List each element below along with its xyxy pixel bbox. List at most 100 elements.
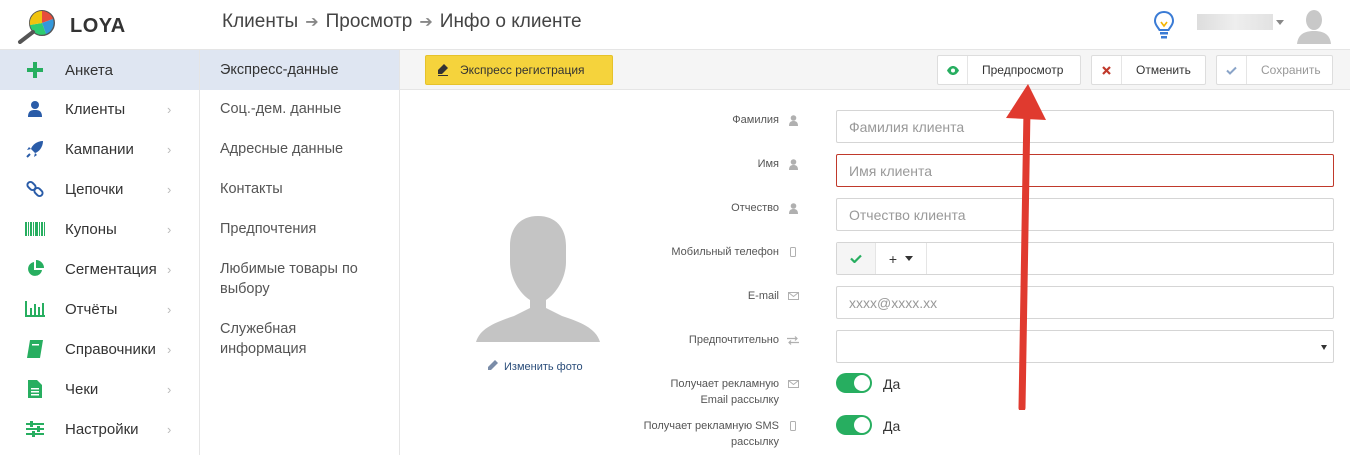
name-label-row: Имя <box>758 158 800 170</box>
sidebar-item-clients[interactable]: Клиенты › <box>0 89 199 129</box>
save-button[interactable]: Сохранить <box>1216 55 1333 85</box>
sidebar-item-campaigns[interactable]: Кампании › <box>0 129 199 169</box>
phone-code-value: + <box>888 250 898 267</box>
preferred-label: Предпочтительно <box>688 334 779 346</box>
chevron-right-icon: › <box>167 181 172 197</box>
check-icon <box>1217 56 1247 84</box>
subnav-item-express[interactable]: Экспресс-данные <box>200 50 399 90</box>
sidebar-item-label: Кампании <box>65 140 134 158</box>
email-ads-value: Да <box>883 376 901 392</box>
email-ads-label-row: Получает рекламную Email рассылку <box>671 376 801 408</box>
sidebar-item-label: Чеки <box>65 380 99 398</box>
sidebar-item-chains[interactable]: Цепочки › <box>0 169 199 209</box>
change-photo-link[interactable]: Изменить фото <box>488 360 583 373</box>
chevron-right-icon: › <box>167 301 172 317</box>
email-ads-toggle[interactable] <box>836 373 872 393</box>
breadcrumb-item[interactable]: Просмотр <box>326 11 413 33</box>
patronymic-label: Отчество <box>731 202 779 214</box>
preview-label: Предпросмотр <box>982 63 1064 77</box>
subnav-item-contacts[interactable]: Контакты <box>200 179 399 199</box>
top-header: LOYA Клиенты ➔ Просмотр ➔ Инфо о клиенте <box>0 0 1350 50</box>
sidebar-item-segmentation[interactable]: Сегментация › <box>0 249 199 289</box>
sidebar-item-label: Клиенты <box>65 100 126 118</box>
chevron-down-icon[interactable] <box>1276 20 1284 25</box>
sliders-icon <box>25 419 45 439</box>
phone-country-code-dropdown[interactable]: + <box>876 243 927 274</box>
sms-ads-label-row: Получает рекламную SMS рассылку <box>644 418 800 450</box>
subnav-item-service-line2[interactable]: информация <box>200 339 399 359</box>
email-label: E-mail <box>747 290 779 302</box>
user-icon <box>786 114 800 126</box>
breadcrumb-current: Инфо о клиенте <box>439 11 582 32</box>
name-input[interactable] <box>836 154 1334 187</box>
surname-label-row: Фамилия <box>732 114 800 126</box>
subnav-item-sociodem[interactable]: Соц.-дем. данные <box>200 99 399 119</box>
mobile-icon <box>786 247 800 257</box>
caret-down-icon <box>905 256 914 261</box>
phone-label: Мобильный телефон <box>671 246 779 258</box>
sidebar-item-receipts[interactable]: Чеки › <box>0 369 199 409</box>
subnav-item-favorites[interactable]: Любимые товары по <box>200 259 399 279</box>
exchange-icon <box>786 335 800 345</box>
annotation-arrow <box>1006 84 1046 410</box>
patronymic-input[interactable] <box>836 198 1334 231</box>
patronymic-label-row: Отчество <box>731 202 800 214</box>
cancel-label: Отменить <box>1136 63 1191 77</box>
subnav-item-favorites-line2[interactable]: выбору <box>200 279 399 299</box>
subnav-item-preferences[interactable]: Предпочтения <box>200 219 399 239</box>
change-photo-label: Изменить фото <box>504 360 583 373</box>
book-icon <box>25 339 45 359</box>
mobile-icon <box>786 421 800 431</box>
pen-icon <box>426 64 460 76</box>
subnav-item-service[interactable]: Служебная <box>200 319 399 339</box>
chevron-right-icon: › <box>167 341 172 357</box>
sidebar-item-label: Цепочки <box>65 180 124 198</box>
envelope-icon <box>786 292 800 300</box>
email-label-row: E-mail <box>748 290 800 302</box>
chevron-right-icon: › <box>167 101 172 117</box>
express-registration-button[interactable]: Экспресс регистрация <box>425 55 613 85</box>
plus-icon <box>25 60 45 80</box>
lightbulb-icon[interactable] <box>1153 10 1175 40</box>
cancel-button[interactable]: Отменить <box>1091 55 1206 85</box>
subnav-item-address[interactable]: Адресные данные <box>200 139 399 159</box>
breadcrumb: Клиенты ➔ Просмотр ➔ Инфо о клиенте <box>222 11 582 33</box>
sidebar-item-anketa[interactable]: Анкета <box>0 50 199 90</box>
arrow-right-icon: ➔ <box>419 14 433 31</box>
breadcrumb-item[interactable]: Клиенты <box>222 11 298 33</box>
sidebar: Анкета Клиенты › Кампании › Цепочки › Ку… <box>0 50 200 455</box>
sms-ads-label: Получает рекламную SMS <box>643 420 779 432</box>
logo-icon[interactable] <box>16 8 56 44</box>
receipt-icon <box>25 379 45 399</box>
profile-photo-placeholder[interactable] <box>476 212 600 342</box>
sidebar-item-coupons[interactable]: Купоны › <box>0 209 199 249</box>
phone-field: + <box>836 242 1334 275</box>
sms-ads-value: Да <box>883 418 901 434</box>
username-blurred[interactable] <box>1197 14 1273 30</box>
logo-text: LOYA <box>70 15 126 37</box>
sidebar-item-settings[interactable]: Настройки › <box>0 409 199 449</box>
preferred-channel-select[interactable] <box>836 330 1334 363</box>
sidebar-item-label: Сегментация <box>65 260 157 278</box>
phone-verify-button[interactable] <box>837 243 876 274</box>
bar-chart-icon <box>25 299 45 319</box>
sidebar-item-reports[interactable]: Отчёты › <box>0 289 199 329</box>
sms-ads-toggle[interactable] <box>836 415 872 435</box>
surname-input[interactable] <box>836 110 1334 143</box>
phone-input[interactable] <box>927 243 1333 274</box>
chevron-right-icon: › <box>167 221 172 237</box>
sidebar-item-directories[interactable]: Справочники › <box>0 329 199 369</box>
pie-icon <box>25 259 45 279</box>
form-toolbar: Экспресс регистрация Предпросмотр Отмени… <box>400 50 1350 90</box>
caret-down-icon <box>1321 345 1327 350</box>
email-input[interactable] <box>836 286 1334 319</box>
phone-label-row: Мобильный телефон <box>671 246 800 258</box>
pencil-icon <box>488 360 498 373</box>
chevron-right-icon: › <box>167 141 172 157</box>
check-icon <box>850 254 862 263</box>
avatar[interactable] <box>1295 6 1333 44</box>
sidebar-item-label: Отчёты <box>65 300 118 318</box>
sidebar-item-label: Справочники <box>65 340 156 358</box>
eye-icon <box>938 56 968 84</box>
user-icon <box>786 158 800 170</box>
